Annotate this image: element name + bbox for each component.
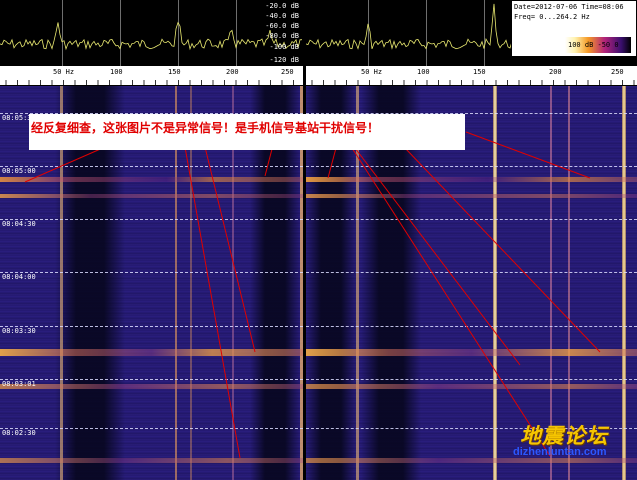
annotation-banner: 经反复细查，这张图片不是异常信号！是手机信号基站干扰信号！ — [29, 114, 465, 150]
annotation-arrow — [204, 146, 256, 353]
annotation-arrow — [465, 131, 591, 179]
annotation-arrow — [354, 147, 521, 366]
watermark-url: dizhenluntan.com — [513, 446, 607, 458]
annotation-text: 经反复细查，这张图片不是异常信号！是手机信号基站干扰信号！ — [31, 121, 380, 135]
annotation-arrow — [351, 147, 551, 457]
annotation-arrow — [24, 146, 106, 183]
annotation-arrow — [327, 147, 337, 179]
annotation-arrow — [264, 148, 273, 177]
annotation-arrow — [184, 146, 241, 459]
annotation-arrow — [404, 147, 601, 353]
annotation-arrows — [24, 131, 601, 459]
